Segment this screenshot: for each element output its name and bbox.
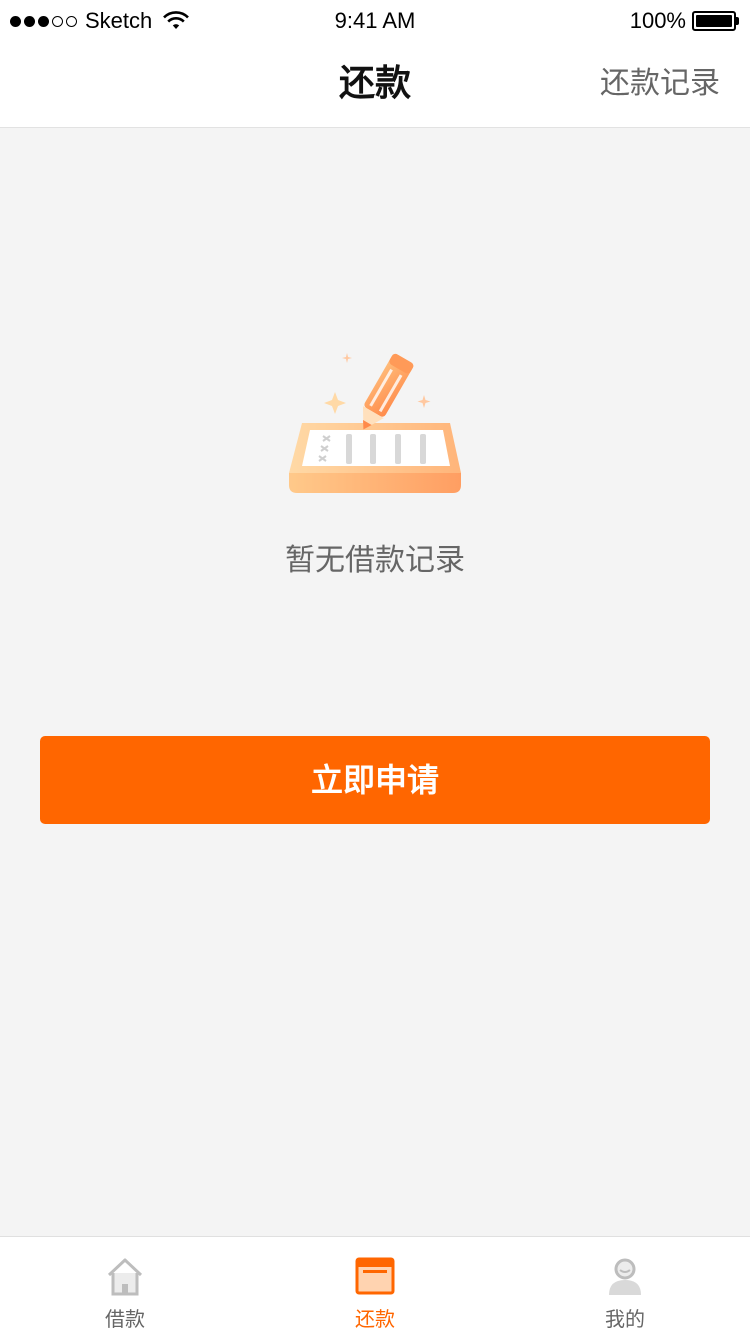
repay-card-icon [355, 1257, 395, 1295]
home-icon [107, 1258, 143, 1296]
battery-percent: 100% [629, 8, 686, 33]
nav-bar: 还款 还款记录 [0, 40, 750, 128]
person-icon [609, 1258, 641, 1295]
tab-label: 还款 [355, 1307, 395, 1331]
status-bar: Sketch 9:41 AM 100% [0, 0, 750, 40]
tab-repay[interactable]: 还款 [250, 1237, 500, 1334]
empty-state-text: 暂无借款记录 [285, 543, 465, 578]
apply-now-button[interactable]: 立即申请 [40, 736, 710, 824]
tab-borrow[interactable]: 借款 [0, 1237, 250, 1334]
pencil-notepad-icon [289, 353, 461, 493]
tab-mine[interactable]: 我的 [500, 1237, 750, 1334]
repayment-records-link[interactable]: 还款记录 [600, 40, 720, 128]
tab-label: 借款 [105, 1307, 145, 1331]
status-right: 100% [630, 8, 740, 34]
tab-bar: 借款 还款 我的 [0, 1236, 750, 1334]
tab-label: 我的 [605, 1307, 645, 1331]
battery-icon [692, 11, 740, 31]
